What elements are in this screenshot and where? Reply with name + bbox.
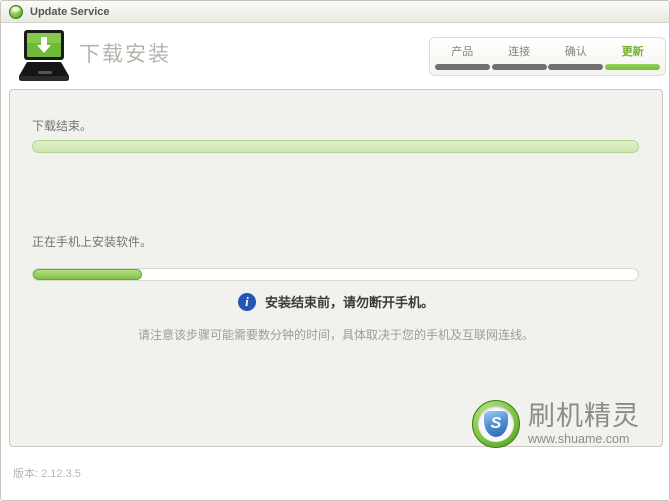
notice-row: 安装结束前，请勿断开手机。 [10, 292, 662, 311]
header: 下载安装 产品 连接 确认 更新 [1, 23, 669, 89]
main-panel: 下载结束。 正在手机上安装软件。 安装结束前，请勿断开手机。 请注意该步骤可能需… [9, 89, 663, 447]
wizard-steps: 产品 连接 确认 更新 [429, 37, 666, 76]
notice-detail: 请注意该步骤可能需要数分钟的时间，具体取决于您的手机及互联网连线。 [10, 326, 662, 343]
laptop-download-icon [15, 29, 73, 88]
version-label: 版本: 2.12.3.5 [13, 465, 81, 481]
shuame-logo-inner [478, 406, 514, 442]
info-icon [238, 293, 256, 311]
page-title: 下载安装 [79, 38, 171, 68]
notice-title: 安装结束前，请勿断开手机。 [265, 292, 434, 311]
step-bar [492, 64, 547, 70]
shield-s-icon [484, 411, 508, 437]
app-logo-icon [9, 5, 23, 19]
step-label: 确认 [548, 43, 603, 59]
brand-name: 刷机精灵 [528, 403, 640, 430]
download-status-text: 下载结束。 [32, 117, 92, 134]
install-status-text: 正在手机上安装软件。 [32, 233, 152, 250]
step-bar [605, 64, 660, 70]
title-bar[interactable]: Update Service [1, 1, 669, 23]
shuame-branding[interactable]: 刷机精灵 www.shuame.com [472, 400, 640, 448]
download-progress-bar [32, 140, 639, 153]
shuame-logo-icon [472, 400, 520, 448]
step-connect: 连接 [492, 43, 547, 70]
step-label: 更新 [605, 43, 660, 59]
step-update: 更新 [605, 43, 660, 70]
brand-url[interactable]: www.shuame.com [528, 433, 640, 446]
step-label: 连接 [492, 43, 547, 59]
step-bar [435, 64, 490, 70]
install-progress-fill [33, 269, 142, 280]
step-bar [548, 64, 603, 70]
step-product: 产品 [435, 43, 490, 70]
step-label: 产品 [435, 43, 490, 59]
step-confirm: 确认 [548, 43, 603, 70]
window-title: Update Service [30, 6, 109, 18]
update-service-window: Update Service 下载安装 产品 连接 [0, 0, 670, 501]
install-progress-bar [32, 268, 639, 281]
